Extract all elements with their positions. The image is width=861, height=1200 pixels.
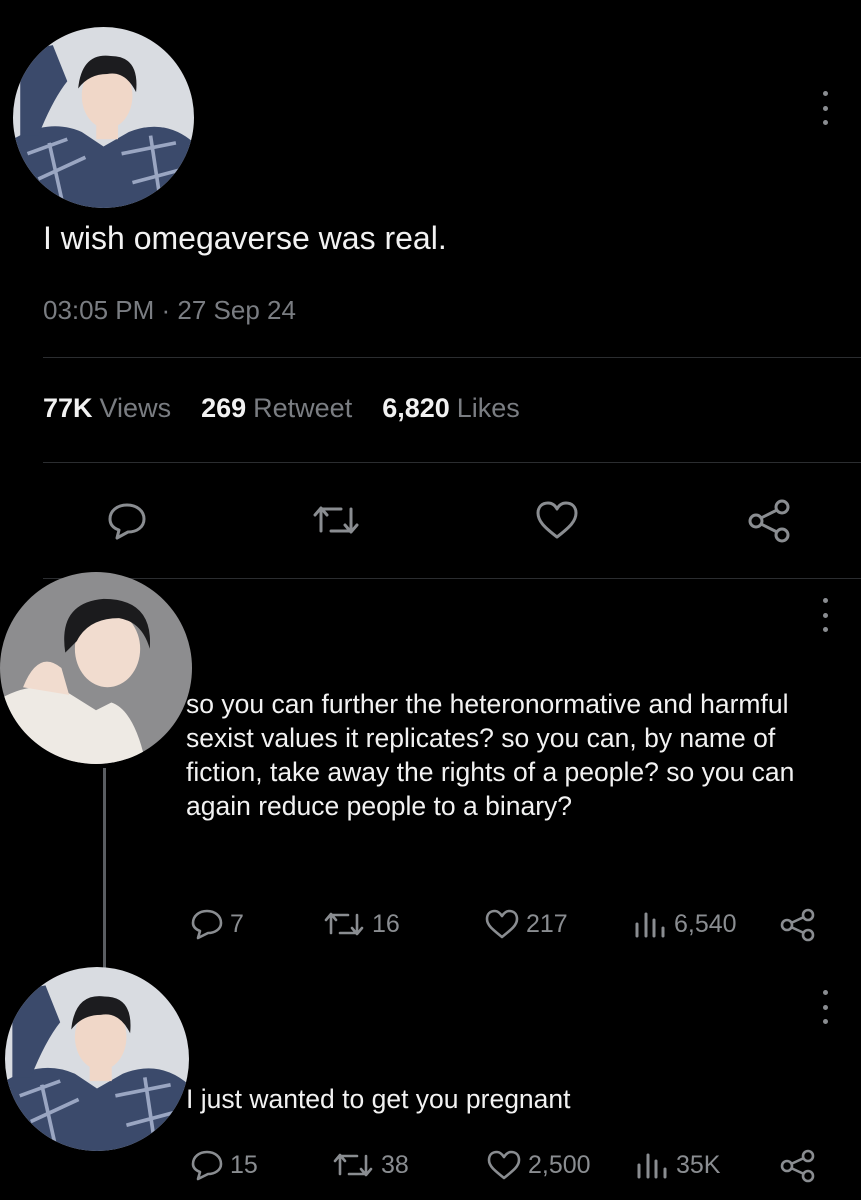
retweet-button[interactable]: 38: [331, 1149, 409, 1181]
like-button[interactable]: 217: [484, 908, 568, 940]
share-icon[interactable]: [746, 498, 794, 544]
avatar-photo: [13, 27, 194, 208]
views-button[interactable]: 6,540: [632, 908, 737, 940]
divider: [43, 578, 861, 579]
views-label: Views: [99, 393, 172, 423]
reply-button[interactable]: 7: [190, 908, 244, 940]
more-options-icon[interactable]: [820, 990, 830, 1024]
reply-button[interactable]: 15: [190, 1149, 258, 1181]
views-button[interactable]: 35K: [634, 1149, 720, 1181]
retweets-count[interactable]: 269: [201, 393, 246, 424]
retweet-button[interactable]: 16: [322, 908, 400, 940]
more-options-icon[interactable]: [820, 598, 830, 632]
reply-text: I just wanted to get you pregnant: [186, 1084, 571, 1114]
retweets-label[interactable]: Retweet: [253, 393, 352, 424]
avatar-photo: [0, 572, 192, 764]
reply-avatar[interactable]: [0, 572, 192, 764]
retweet-icon[interactable]: [311, 501, 361, 539]
views-count: 35K: [676, 1150, 721, 1179]
reply-avatar[interactable]: [5, 967, 189, 1151]
like-icon[interactable]: [534, 499, 580, 541]
tweet-text: I wish omegaverse was real.: [43, 220, 447, 256]
retweet-count: 38: [381, 1150, 409, 1179]
like-count: 2,500: [528, 1150, 591, 1179]
reply-icon[interactable]: [106, 501, 148, 541]
avatar-photo: [5, 967, 189, 1151]
tweet-timestamp: 03:05 PM · 27 Sep 24: [43, 295, 296, 325]
share-icon[interactable]: [778, 1149, 818, 1188]
more-options-icon[interactable]: [820, 91, 830, 125]
views-count: 6,540: [674, 909, 737, 938]
divider: [43, 462, 861, 463]
likes-count[interactable]: 6,820: [382, 393, 450, 424]
divider: [43, 357, 861, 358]
likes-label[interactable]: Likes: [457, 393, 520, 424]
like-count: 217: [526, 909, 568, 938]
reply-count: 15: [230, 1150, 258, 1179]
reply-count: 7: [230, 909, 244, 938]
retweet-count: 16: [372, 909, 400, 938]
reply-text: so you can further the heteronormative a…: [186, 689, 795, 821]
tweet-stats: 77K Views 269 Retweet 6,820 Likes: [43, 393, 550, 424]
share-icon[interactable]: [778, 908, 818, 947]
author-avatar[interactable]: [13, 27, 194, 208]
like-button[interactable]: 2,500: [486, 1149, 591, 1181]
views-count: 77K: [43, 393, 93, 423]
thread-line: [103, 768, 106, 968]
